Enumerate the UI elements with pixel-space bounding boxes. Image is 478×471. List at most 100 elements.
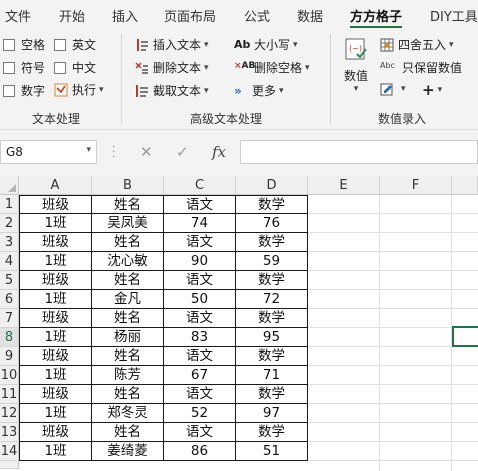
checkbox-space[interactable]: 空格	[3, 36, 45, 53]
row-header-5[interactable]: 5	[0, 271, 19, 290]
table-cell[interactable]: 50	[164, 290, 236, 309]
table-cell[interactable]: 语文	[164, 309, 236, 328]
add-button[interactable]: + ▾	[422, 81, 442, 99]
column-header-c[interactable]: C	[164, 176, 236, 195]
table-cell[interactable]: 数学	[236, 271, 308, 290]
table-cell[interactable]: 班级	[19, 347, 92, 366]
row-header-8[interactable]: 8	[0, 328, 19, 347]
table-cell[interactable]: 1班	[19, 404, 92, 423]
table-cell[interactable]: 班级	[19, 195, 92, 214]
delete-text-button[interactable]: 删除文本 ▾	[135, 59, 209, 76]
table-cell[interactable]: 语文	[164, 385, 236, 404]
column-header-a[interactable]: A	[19, 176, 92, 195]
tab-file[interactable]: 文件	[5, 6, 31, 25]
table-cell[interactable]: 语文	[164, 347, 236, 366]
insert-function-icon[interactable]: fx	[212, 143, 226, 161]
tab-formulas[interactable]: 公式	[244, 6, 270, 25]
row-header-7[interactable]: 7	[0, 309, 19, 328]
delete-spaces-button[interactable]: ×AB 删除空格 ▾	[234, 59, 310, 76]
table-cell[interactable]: 71	[236, 366, 308, 385]
table-cell[interactable]: 沈心敏	[92, 252, 164, 271]
table-cell[interactable]: 班级	[19, 385, 92, 404]
table-cell[interactable]: 1班	[19, 214, 92, 233]
select-all-corner[interactable]	[0, 176, 19, 195]
table-cell[interactable]: 1班	[19, 366, 92, 385]
column-header-f[interactable]: F	[380, 176, 452, 195]
tab-diy-tools[interactable]: DIY工具	[430, 6, 478, 25]
column-header-g[interactable]	[452, 176, 478, 195]
tab-fangfanggezi[interactable]: 方方格子	[350, 6, 402, 25]
table-cell[interactable]: 1班	[19, 442, 92, 461]
row-header-13[interactable]: 13	[0, 423, 19, 442]
more-button[interactable]: » 更多 ▾	[234, 82, 284, 99]
table-cell[interactable]: 语文	[164, 233, 236, 252]
checkbox-box[interactable]	[3, 61, 15, 74]
table-cell[interactable]: 姓名	[92, 385, 164, 404]
checkbox-english[interactable]: 英文	[54, 36, 96, 53]
table-cell[interactable]: 姓名	[92, 271, 164, 290]
table-cell[interactable]: 姜绮菱	[92, 442, 164, 461]
table-cell[interactable]: 语文	[164, 423, 236, 442]
column-header-e[interactable]: E	[308, 176, 380, 195]
table-cell[interactable]: 1班	[19, 252, 92, 271]
row-header-14[interactable]: 14	[0, 442, 19, 461]
table-cell[interactable]: 班级	[19, 271, 92, 290]
table-cell[interactable]: 52	[164, 404, 236, 423]
enter-icon[interactable]: ✓	[176, 143, 189, 161]
row-header-3[interactable]: 3	[0, 233, 19, 252]
tab-data[interactable]: 数据	[297, 6, 323, 25]
table-cell[interactable]: 杨丽	[92, 328, 164, 347]
row-header-15[interactable]	[0, 461, 19, 469]
row-header-6[interactable]: 6	[0, 290, 19, 309]
table-cell[interactable]: 数学	[236, 233, 308, 252]
row-header-11[interactable]: 11	[0, 385, 19, 404]
row-header-4[interactable]: 4	[0, 252, 19, 271]
name-box[interactable]: G8 ▾	[0, 140, 97, 164]
table-cell[interactable]: 郑冬灵	[92, 404, 164, 423]
column-header-d[interactable]: D	[236, 176, 308, 195]
execute-button[interactable]: 执行 ▾	[54, 81, 104, 98]
table-cell[interactable]: 语文	[164, 195, 236, 214]
tab-page-layout[interactable]: 页面布局	[164, 6, 216, 25]
table-cell[interactable]: 数学	[236, 423, 308, 442]
row-header-12[interactable]: 12	[0, 404, 19, 423]
checkbox-box[interactable]	[54, 61, 66, 74]
cancel-icon[interactable]: ✕	[140, 143, 153, 161]
table-cell[interactable]: 语文	[164, 271, 236, 290]
table-cell[interactable]: 姓名	[92, 233, 164, 252]
column-header-b[interactable]: B	[92, 176, 164, 195]
table-cell[interactable]: 姓名	[92, 347, 164, 366]
selected-cell-g8[interactable]	[452, 326, 478, 347]
table-cell[interactable]: 班级	[19, 309, 92, 328]
record-button[interactable]: ▾	[380, 82, 406, 96]
table-cell[interactable]: 金凡	[92, 290, 164, 309]
extract-text-button[interactable]: 截取文本 ▾	[135, 82, 209, 99]
table-cell[interactable]: 陈芳	[92, 366, 164, 385]
table-cell[interactable]: 班级	[19, 233, 92, 252]
tab-insert[interactable]: 插入	[112, 6, 138, 25]
checkbox-box[interactable]	[3, 84, 15, 97]
table-cell[interactable]: 数学	[236, 195, 308, 214]
table-cell[interactable]: 86	[164, 442, 236, 461]
row-header-1[interactable]: 1	[0, 195, 19, 214]
table-cell[interactable]: 90	[164, 252, 236, 271]
case-button[interactable]: Ab 大小写 ▾	[234, 36, 298, 53]
row-header-9[interactable]: 9	[0, 347, 19, 366]
table-cell[interactable]: 数学	[236, 385, 308, 404]
table-cell[interactable]: 74	[164, 214, 236, 233]
value-button[interactable]: (~) 数值 ▾	[340, 36, 372, 102]
table-cell[interactable]: 1班	[19, 328, 92, 347]
table-cell[interactable]: 数学	[236, 309, 308, 328]
formula-input[interactable]	[240, 140, 478, 164]
table-cell[interactable]: 姓名	[92, 423, 164, 442]
table-cell[interactable]: 67	[164, 366, 236, 385]
table-cell[interactable]: 姓名	[92, 309, 164, 328]
insert-text-button[interactable]: 插入文本 ▾	[135, 36, 209, 53]
table-cell[interactable]: 姓名	[92, 195, 164, 214]
table-cell[interactable]: 51	[236, 442, 308, 461]
keep-values-button[interactable]: Abc 只保留数值	[380, 59, 462, 76]
row-header-10[interactable]: 10	[0, 366, 19, 385]
checkbox-symbol[interactable]: 符号	[3, 59, 45, 76]
table-cell[interactable]: 72	[236, 290, 308, 309]
checkbox-chinese[interactable]: 中文	[54, 59, 96, 76]
